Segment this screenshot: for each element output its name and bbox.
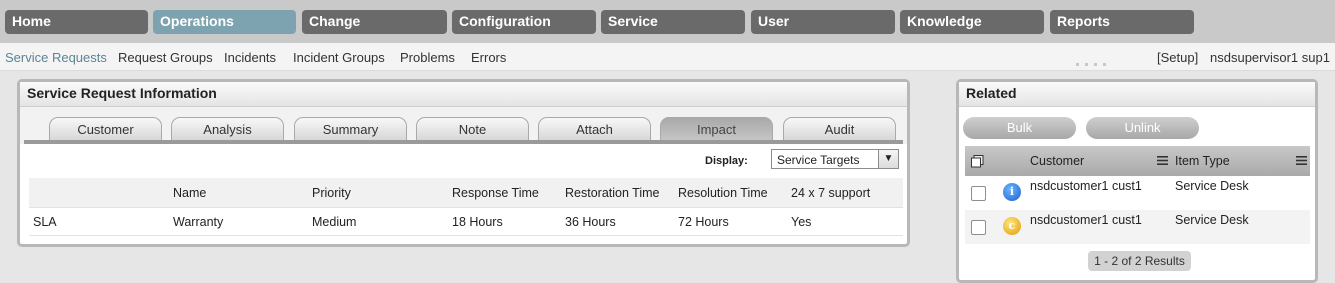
nav-tab-reports[interactable]: Reports — [1050, 10, 1194, 34]
bulk-button[interactable]: Bulk — [963, 117, 1076, 139]
cell-priority: Medium — [312, 215, 357, 229]
subnav-incident-groups[interactable]: Incident Groups — [293, 50, 385, 65]
col-header-response-time: Response Time — [452, 186, 539, 200]
subnav-incidents[interactable]: Incidents — [224, 50, 276, 65]
panel-title: Service Request Information — [20, 82, 907, 107]
customer-icon: c — [1003, 217, 1021, 235]
display-select-value: Service Targets — [777, 153, 860, 167]
subnav-problems[interactable]: Problems — [400, 50, 455, 65]
service-targets-table: Name Priority Response Time Restoration … — [29, 178, 903, 236]
list-footer: 1 - 2 of 2 Results — [965, 244, 1310, 280]
row-item-type: Service Desk — [1175, 179, 1249, 193]
row-checkbox[interactable] — [971, 220, 986, 235]
main-nav: Home Operations Change Configuration Ser… — [0, 0, 1335, 43]
tab-underline — [24, 140, 903, 144]
panel-title: Related — [959, 82, 1315, 107]
nav-tab-user[interactable]: User — [751, 10, 895, 34]
tab-audit[interactable]: Audit — [783, 117, 896, 141]
cell-resolution-time: 72 Hours — [678, 215, 729, 229]
unlink-button[interactable]: Unlink — [1086, 117, 1199, 139]
nav-tab-configuration[interactable]: Configuration — [452, 10, 596, 34]
nav-tab-home[interactable]: Home — [5, 10, 148, 34]
nav-tab-knowledge[interactable]: Knowledge — [900, 10, 1044, 34]
tab-attach[interactable]: Attach — [538, 117, 651, 141]
list-header: Customer Item Type — [965, 146, 1310, 176]
col-header-restoration-time: Restoration Time — [565, 186, 660, 200]
select-all-icon[interactable] — [971, 155, 984, 168]
col-header-24x7-support: 24 x 7 support — [791, 186, 871, 200]
col-header-item-type[interactable]: Item Type — [1175, 154, 1230, 168]
col-header-resolution-time: Resolution Time — [678, 186, 768, 200]
results-count: 1 - 2 of 2 Results — [1088, 251, 1191, 271]
related-panel: Related Bulk Unlink Customer Item Type i… — [956, 79, 1318, 283]
sub-nav: Service Requests Request Groups Incident… — [0, 43, 1335, 71]
row-customer[interactable]: nsdcustomer1 cust1 — [1030, 213, 1142, 227]
setup-link[interactable]: [Setup] — [1157, 50, 1198, 65]
tab-customer[interactable]: Customer — [49, 117, 162, 141]
column-menu-icon[interactable] — [1157, 155, 1168, 166]
column-menu-icon[interactable] — [1296, 155, 1307, 166]
list-item[interactable]: i nsdcustomer1 cust1 Service Desk — [965, 176, 1310, 210]
subnav-request-groups[interactable]: Request Groups — [118, 50, 213, 65]
row-customer[interactable]: nsdcustomer1 cust1 — [1030, 179, 1142, 193]
table-row[interactable]: SLA Warranty Medium 18 Hours 36 Hours 72… — [29, 208, 903, 236]
cell-restoration-time: 36 Hours — [565, 215, 616, 229]
list-item[interactable]: c nsdcustomer1 cust1 Service Desk — [965, 210, 1310, 244]
info-icon: i — [1003, 183, 1021, 201]
tab-note[interactable]: Note — [416, 117, 529, 141]
tab-analysis[interactable]: Analysis — [171, 117, 284, 141]
service-request-info-panel: Service Request Information Customer Ana… — [17, 79, 910, 247]
col-header-customer[interactable]: Customer — [1030, 154, 1084, 168]
chevron-down-icon[interactable]: ▼ — [878, 150, 898, 168]
nav-tab-operations[interactable]: Operations — [153, 10, 296, 34]
subnav-errors[interactable]: Errors — [471, 50, 506, 65]
cell-24x7-support: Yes — [791, 215, 812, 229]
cell-name: Warranty — [173, 215, 224, 229]
row-checkbox[interactable] — [971, 186, 986, 201]
related-list: Customer Item Type i nsdcustomer1 cust1 … — [965, 146, 1310, 280]
current-user: nsdsupervisor1 sup1 — [1210, 50, 1330, 65]
subnav-service-requests[interactable]: Service Requests — [5, 50, 107, 65]
tab-summary[interactable]: Summary — [294, 117, 407, 141]
display-label: Display: — [705, 155, 748, 167]
row-item-type: Service Desk — [1175, 213, 1249, 227]
tab-impact[interactable]: Impact — [660, 117, 773, 141]
loading-dots — [1076, 55, 1112, 66]
col-header-name: Name — [173, 186, 207, 200]
nav-tab-service[interactable]: Service — [601, 10, 745, 34]
col-header-priority: Priority — [312, 186, 351, 200]
table-header: Name Priority Response Time Restoration … — [29, 178, 903, 208]
cell-response-time: 18 Hours — [452, 215, 503, 229]
sri-tabs: Customer Analysis Summary Note Attach Im… — [20, 107, 907, 144]
display-select[interactable]: Service Targets ▼ — [771, 149, 899, 169]
cell-type: SLA — [33, 215, 57, 229]
nav-tab-change[interactable]: Change — [302, 10, 447, 34]
